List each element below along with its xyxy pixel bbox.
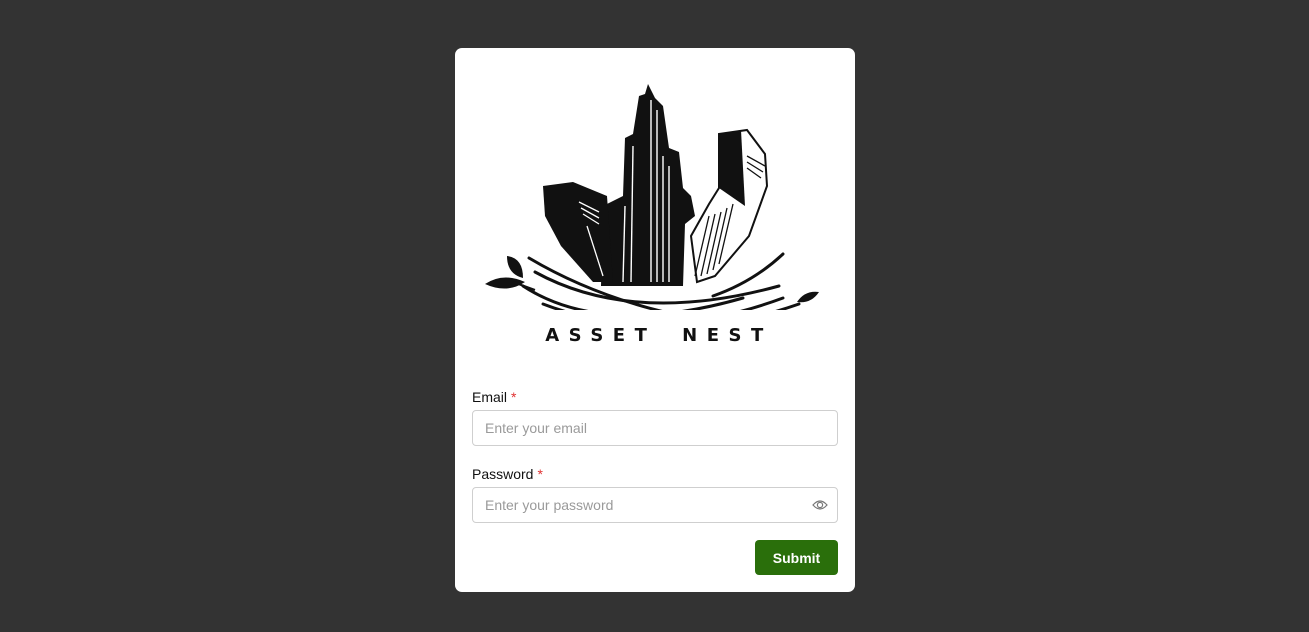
login-card: ASSET NEST Email* Password* Submit xyxy=(455,48,855,592)
password-label-text: Password xyxy=(472,466,534,482)
asset-nest-logo-icon xyxy=(485,84,819,310)
email-field-wrapper xyxy=(472,410,838,446)
password-field-wrapper xyxy=(472,487,838,523)
brand-logo: ASSET NEST xyxy=(455,48,855,368)
password-label: Password * xyxy=(472,466,543,482)
email-label-text: Email xyxy=(472,389,508,405)
email-required-mark: * xyxy=(511,389,517,405)
password-required-mark: * xyxy=(537,466,543,482)
brand-name: ASSET NEST xyxy=(545,325,773,346)
password-field[interactable] xyxy=(473,488,793,522)
email-label: Email * xyxy=(472,389,516,405)
submit-button[interactable]: Submit xyxy=(755,540,838,575)
email-field[interactable] xyxy=(473,411,793,445)
eye-icon[interactable] xyxy=(812,498,828,512)
